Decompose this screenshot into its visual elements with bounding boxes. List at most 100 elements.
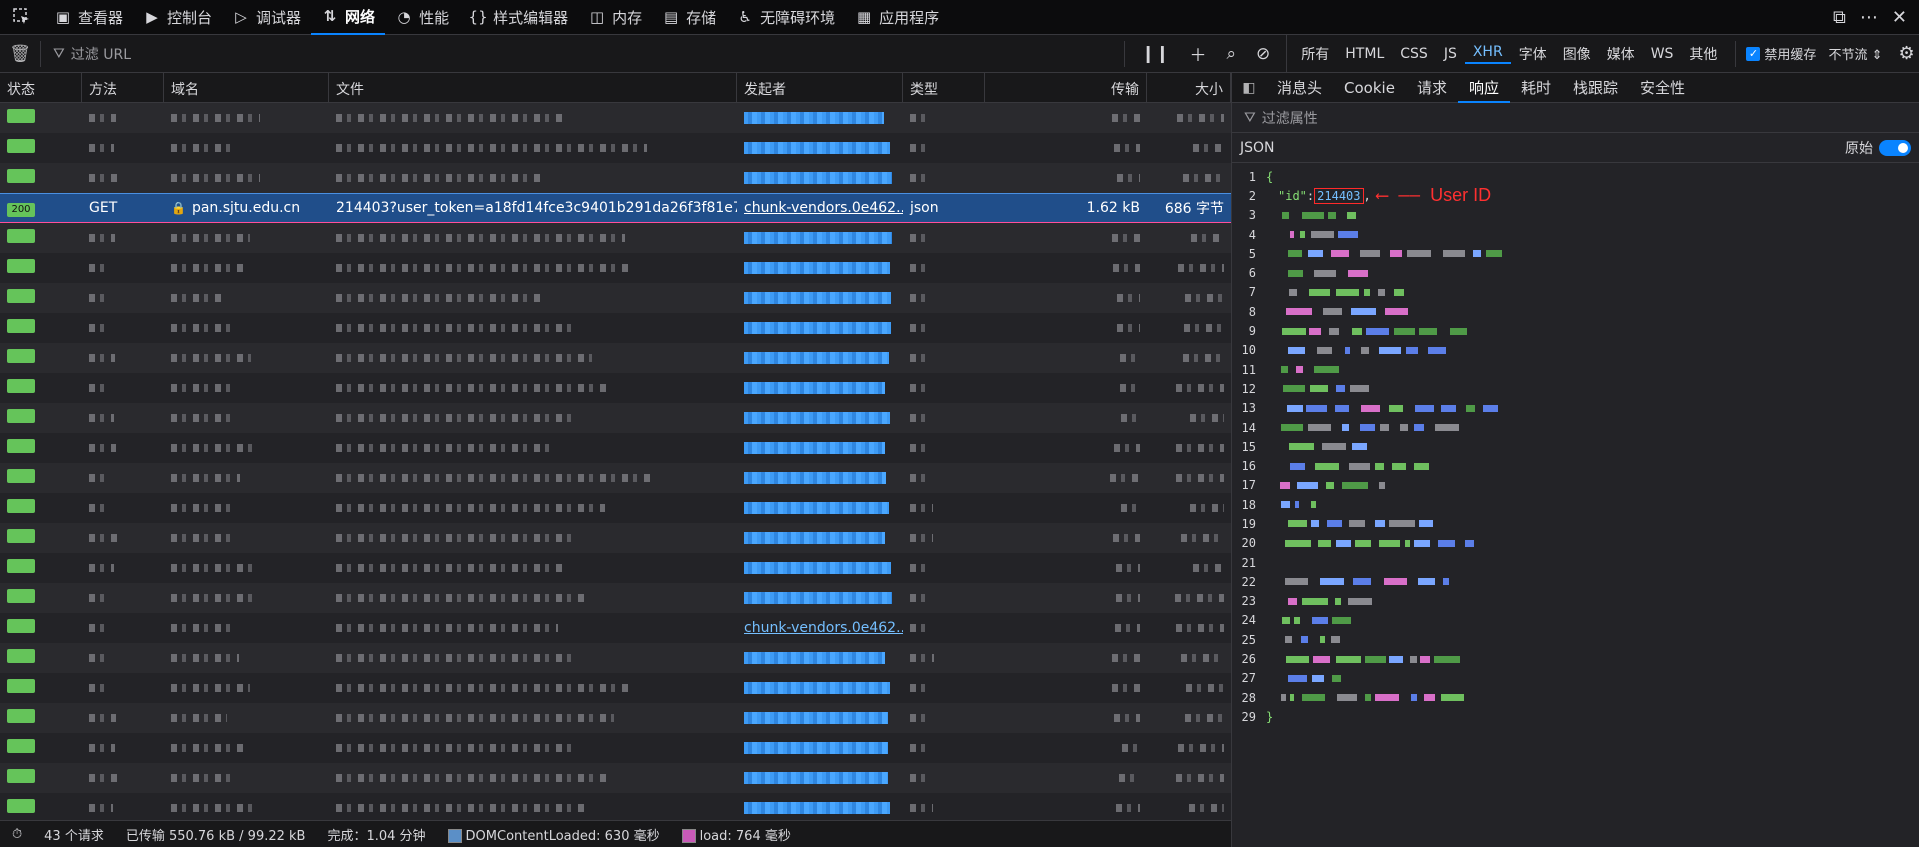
cell-trans (985, 290, 1147, 306)
type-filter-5[interactable]: 字体 (1511, 44, 1555, 64)
redacted-text (171, 384, 235, 392)
tab-debugger[interactable]: ▷ 调试器 (222, 0, 311, 35)
status-badge-redacted (7, 649, 35, 663)
column-header[interactable]: 方法 (82, 73, 164, 102)
disable-cache-checkbox[interactable]: ✓ 禁用缓存 (1735, 40, 1816, 67)
type-filter-4[interactable]: XHR (1464, 44, 1511, 64)
json-section-header[interactable]: JSON 原始 (1232, 133, 1919, 163)
property-filter-input[interactable]: ⛛ 过滤属性 (1232, 103, 1919, 133)
column-header[interactable]: 文件 (329, 73, 737, 102)
type-filter-6[interactable]: 图像 (1555, 44, 1599, 64)
search-icon[interactable]: ⌕ (1227, 44, 1237, 64)
table-row[interactable] (0, 133, 1231, 163)
close-icon[interactable]: ✕ (1892, 7, 1907, 28)
table-row[interactable] (0, 433, 1231, 463)
throttle-label: 不节流 (1828, 48, 1868, 63)
table-row[interactable] (0, 493, 1231, 523)
tab-network[interactable]: ⇅ 网络 (311, 0, 386, 35)
tab-inspector[interactable]: ▣ 查看器 (44, 0, 133, 35)
redacted-json (1380, 424, 1389, 431)
throttle-select[interactable]: 不节流 ⇕ (1828, 44, 1882, 63)
cell-domain (164, 140, 329, 156)
table-row[interactable] (0, 763, 1231, 793)
tab-label: 应用程序 (879, 8, 940, 27)
details-tab-3[interactable]: 响应 (1457, 73, 1510, 103)
table-row[interactable] (0, 553, 1231, 583)
tab-performance[interactable]: ◔ 性能 (385, 0, 459, 35)
details-tab-0[interactable]: 消息头 (1266, 73, 1333, 103)
details-tab-6[interactable]: 安全性 (1629, 73, 1696, 103)
details-tab-5[interactable]: 栈跟踪 (1562, 73, 1629, 103)
table-row[interactable]: 200 GET 🔒 pan.sjtu.edu.cn 214403?user_token=… (0, 193, 1231, 223)
column-header[interactable]: 状态 (0, 73, 82, 102)
element-picker-icon[interactable] (0, 0, 44, 35)
table-row[interactable] (0, 523, 1231, 553)
table-row[interactable] (0, 343, 1231, 373)
column-header[interactable]: 传输 (985, 73, 1147, 102)
tab-style-editor[interactable]: {} 样式编辑器 (459, 0, 578, 35)
table-row[interactable] (0, 283, 1231, 313)
toggle-switch[interactable] (1879, 139, 1911, 156)
type-filter-0[interactable]: 所有 (1293, 44, 1337, 64)
cell-file (329, 230, 737, 246)
pause-icon[interactable]: ❙❙ (1141, 44, 1170, 64)
tab-accessibility[interactable]: ♿ 无障碍环境 (726, 0, 845, 35)
table-row[interactable] (0, 673, 1231, 703)
table-row[interactable] (0, 163, 1231, 193)
cell-init (737, 740, 903, 756)
dock-icon[interactable]: ⧉ (1833, 7, 1846, 28)
table-row[interactable] (0, 103, 1231, 133)
redacted-text (336, 474, 652, 482)
type-filter-8[interactable]: WS (1643, 46, 1682, 62)
column-header[interactable]: 大小 (1147, 73, 1231, 102)
type-filter-7[interactable]: 媒体 (1599, 44, 1643, 64)
column-header[interactable]: 发起者 (737, 73, 903, 102)
redacted-initiator (744, 262, 890, 274)
clear-requests-icon[interactable]: 🗑 (0, 44, 40, 64)
type-filter-9[interactable]: 其他 (1681, 44, 1725, 64)
tab-application[interactable]: ▦ 应用程序 (845, 0, 949, 35)
cell-domain (164, 410, 329, 426)
gear-icon[interactable]: ⚙ (1898, 43, 1914, 64)
table-row[interactable] (0, 733, 1231, 763)
details-tab-1[interactable]: Cookie (1333, 73, 1406, 103)
redacted-json (1300, 231, 1305, 239)
url-filter-placeholder: 过滤 URL (70, 46, 131, 63)
raw-toggle[interactable]: 原始 (1845, 138, 1911, 158)
tab-memory[interactable]: ◫ 内存 (578, 0, 652, 35)
redacted-json (1335, 597, 1341, 605)
column-header[interactable]: 类型 (903, 73, 985, 102)
network-icon: ⇅ (323, 7, 337, 25)
table-row[interactable] (0, 403, 1231, 433)
table-row[interactable] (0, 643, 1231, 673)
table-row[interactable] (0, 223, 1231, 253)
type-filter-3[interactable]: JS (1436, 46, 1465, 62)
details-tab-4[interactable]: 耗时 (1510, 73, 1562, 103)
inspector-icon: ▣ (55, 8, 71, 26)
table-row[interactable] (0, 373, 1231, 403)
redacted-text (171, 624, 230, 632)
tab-label: 调试器 (256, 8, 302, 27)
url-filter-input[interactable]: ⛛ 过滤 URL (40, 40, 1100, 67)
table-row[interactable] (0, 463, 1231, 493)
table-row[interactable] (0, 583, 1231, 613)
block-icon[interactable]: ⊘ (1256, 44, 1270, 64)
table-row[interactable] (0, 313, 1231, 343)
dom-loaded-swatch (447, 829, 462, 843)
toggle-sidebar-icon[interactable]: ◧ (1232, 80, 1266, 96)
type-filter-2[interactable]: CSS (1392, 46, 1436, 62)
cell-method (82, 650, 164, 666)
table-row[interactable] (0, 703, 1231, 733)
table-row[interactable] (0, 793, 1231, 820)
details-tab-2[interactable]: 请求 (1406, 73, 1458, 103)
user-id-annotation: User ID (1430, 185, 1492, 206)
table-row[interactable] (0, 253, 1231, 283)
tab-console[interactable]: ▶ 控制台 (133, 0, 222, 35)
column-header[interactable]: 域名 (164, 73, 329, 102)
redacted-json (1473, 250, 1481, 258)
add-icon[interactable]: ＋ (1190, 41, 1207, 66)
tab-storage[interactable]: ▤ 存储 (652, 0, 726, 35)
type-filter-1[interactable]: HTML (1337, 46, 1392, 62)
table-row[interactable]: chunk-vendors.0e462... (0, 613, 1231, 643)
more-options-icon[interactable]: ⋯ (1860, 7, 1878, 28)
